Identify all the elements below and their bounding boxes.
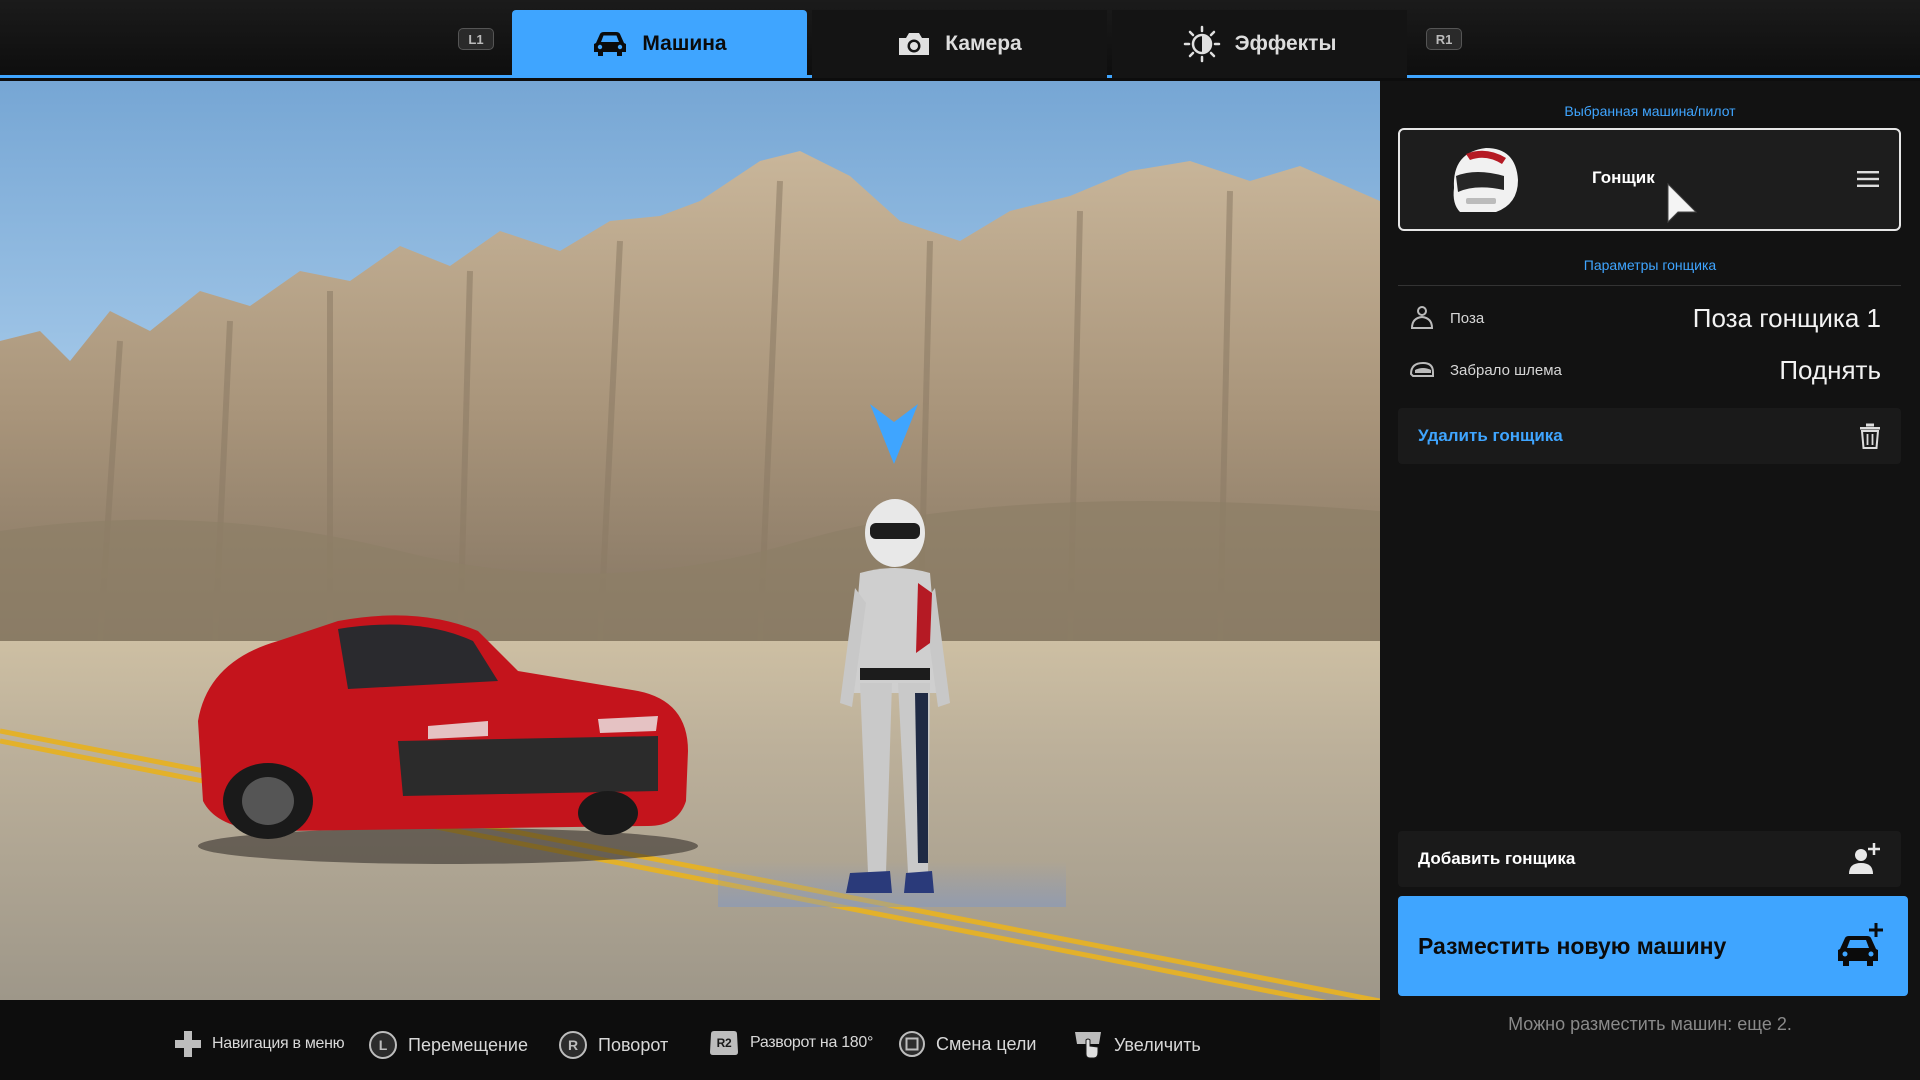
svg-text:R2: R2 <box>717 1036 732 1050</box>
r2-icon: R2 <box>710 1031 738 1055</box>
hint-turn-180: R2 Разворот на 180° <box>708 1030 873 1056</box>
race-driver-figure[interactable] <box>820 493 970 913</box>
selected-section-title: Выбранная машина/пилот <box>1564 103 1736 119</box>
add-person-icon <box>1849 843 1880 874</box>
param-label-pose: Поза <box>1450 309 1485 327</box>
add-car-icon <box>1838 923 1883 966</box>
editor-side-panel: Выбранная машина/пилот Гонщик Параметры … <box>1380 81 1920 1080</box>
param-row-visor[interactable]: Забрало шлема Поднять <box>1398 345 1901 395</box>
hint-rotate: R Поворот <box>558 1030 668 1060</box>
tab-effects-label: Эффекты <box>1234 32 1337 55</box>
l1-button-hint[interactable]: L1 <box>458 28 494 50</box>
touchpad-icon <box>1075 1032 1101 1059</box>
selected-driver-card[interactable]: Гонщик <box>1398 128 1901 231</box>
tab-camera[interactable]: Камера <box>812 10 1107 78</box>
square-button-icon <box>899 1031 925 1057</box>
dpad-icon <box>175 1031 201 1057</box>
divider <box>1398 285 1901 286</box>
remaining-cars-note: Можно разместить машин: еще 2. <box>1508 1014 1792 1034</box>
add-driver-label: Добавить гонщика <box>1418 849 1576 868</box>
place-new-car-button[interactable]: Разместить новую машину <box>1398 896 1908 996</box>
selected-driver-label: Гонщик <box>1592 168 1655 187</box>
camera-icon <box>899 33 930 55</box>
menu-icon[interactable] <box>1857 170 1879 188</box>
hint-label: Смена цели <box>936 1033 1037 1054</box>
pose-icon <box>1410 306 1434 329</box>
tab-camera-label: Камера <box>945 32 1022 55</box>
hint-menu-navigation: Навигация в меню <box>174 1030 345 1058</box>
selection-marker-icon <box>870 404 918 464</box>
tab-effects[interactable]: Эффекты <box>1112 10 1407 78</box>
car-icon <box>594 32 627 56</box>
tab-car-label: Машина <box>642 32 727 55</box>
hint-label: Увеличить <box>1114 1034 1201 1055</box>
svg-text:L: L <box>379 1037 388 1053</box>
controls-hint-bar: Навигация в меню L Перемещение R Поворот… <box>0 1000 1380 1080</box>
photo-scene-viewport[interactable] <box>0 81 1380 1000</box>
right-stick-icon: R <box>559 1031 587 1059</box>
add-driver-button[interactable]: Добавить гонщика <box>1398 831 1901 887</box>
svg-text:R: R <box>568 1037 578 1053</box>
r1-button-hint[interactable]: R1 <box>1426 28 1462 50</box>
helmet-icon <box>1453 148 1518 212</box>
red-sports-car[interactable] <box>188 601 698 866</box>
visor-icon <box>1409 361 1434 377</box>
tab-car[interactable]: Машина <box>512 10 807 78</box>
delete-driver-button[interactable]: Удалить гонщика <box>1398 408 1901 464</box>
hint-switch-target: Смена цели <box>898 1030 1036 1058</box>
param-value-visor: Поднять <box>1779 354 1881 385</box>
hint-label: Разворот на 180° <box>750 1034 874 1051</box>
pointer-cursor-icon <box>1667 182 1698 224</box>
top-tab-bar: L1 Машина Камера Эффекты R1 <box>0 0 1920 78</box>
left-stick-icon: L <box>369 1031 397 1059</box>
hint-label: Поворот <box>598 1034 669 1055</box>
hint-label: Перемещение <box>408 1034 528 1055</box>
hint-label: Навигация в меню <box>212 1035 345 1052</box>
param-row-pose[interactable]: Поза Поза гонщика 1 <box>1398 293 1901 343</box>
hint-zoom: Увеличить <box>1074 1030 1201 1060</box>
trash-icon <box>1860 423 1880 449</box>
param-label-visor: Забрало шлема <box>1450 361 1562 379</box>
brightness-icon <box>1183 25 1220 63</box>
delete-driver-label: Удалить гонщика <box>1418 426 1563 445</box>
driver-params-title: Параметры гонщика <box>1583 257 1717 273</box>
hint-move: L Перемещение <box>368 1030 528 1060</box>
place-new-car-label: Разместить новую машину <box>1418 932 1727 959</box>
param-value-pose: Поза гонщика 1 <box>1692 302 1881 333</box>
